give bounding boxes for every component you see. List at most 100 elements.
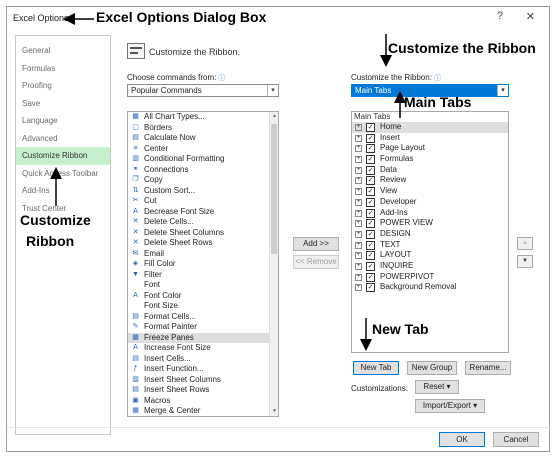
sidebar-item-general[interactable]: General <box>16 42 110 60</box>
tab-tree-item[interactable]: + ✓ DESIGN <box>352 229 508 240</box>
command-item[interactable]: ƒ Insert Function... <box>128 364 278 375</box>
tab-checkbox[interactable]: ✓ <box>366 165 375 175</box>
tab-checkbox[interactable]: ✓ <box>366 251 375 261</box>
expand-icon[interactable]: + <box>355 188 362 196</box>
command-item[interactable]: ❐ Copy <box>128 175 278 186</box>
command-item[interactable]: ✉ Email <box>128 249 278 260</box>
command-item[interactable]: A Decrease Font Size <box>128 207 278 218</box>
command-item[interactable]: ▢Borders▶ <box>128 123 278 134</box>
expand-icon[interactable]: + <box>355 230 362 238</box>
command-item[interactable]: ▤ Insert Sheet Rows <box>128 385 278 396</box>
expand-icon[interactable]: + <box>355 134 362 142</box>
scroll-thumb[interactable] <box>271 124 277 254</box>
tab-tree-item[interactable]: + ✓ TEXT <box>352 240 508 251</box>
tab-tree-item[interactable]: + ✓ View <box>352 186 508 197</box>
command-item[interactable]: FontI▾ <box>128 280 278 291</box>
commands-scrollbar[interactable]: ▲ ▼ <box>269 112 278 416</box>
sidebar-item-proofing[interactable]: Proofing <box>16 77 110 95</box>
command-item[interactable]: AFont Color▶ <box>128 291 278 302</box>
tab-checkbox[interactable]: ✓ <box>366 144 375 154</box>
tab-tree-item[interactable]: + ✓ Review <box>352 175 508 186</box>
expand-icon[interactable]: + <box>355 220 362 228</box>
sidebar-item-save[interactable]: Save <box>16 95 110 113</box>
command-item[interactable]: ▼ Filter <box>128 270 278 281</box>
ok-button[interactable]: OK <box>439 432 485 447</box>
tab-checkbox[interactable]: ✓ <box>366 261 375 271</box>
command-item[interactable]: ⇅ Custom Sort... <box>128 186 278 197</box>
command-item[interactable]: ◈Fill Color▶ <box>128 259 278 270</box>
command-item[interactable]: Font SizeI▾ <box>128 301 278 312</box>
tab-tree-item[interactable]: + ✓ LAYOUT <box>352 250 508 261</box>
main-tabs-tree[interactable]: Main Tabs + ✓ Home + ✓ Insert + ✓ Page Layout + ✓ F… <box>351 111 509 353</box>
command-item[interactable]: ✂ Cut <box>128 196 278 207</box>
expand-icon[interactable]: + <box>355 241 362 249</box>
add-button[interactable]: Add >> <box>293 237 339 251</box>
tab-checkbox[interactable]: ✓ <box>366 187 375 197</box>
expand-icon[interactable]: + <box>355 198 362 206</box>
import-export-button[interactable]: Import/Export ▾ <box>415 399 485 413</box>
command-item[interactable]: ✕ Delete Sheet Rows <box>128 238 278 249</box>
close-icon[interactable]: ✕ <box>526 10 535 23</box>
tab-tree-item[interactable]: + ✓ INQUIRE <box>352 261 508 272</box>
expand-icon[interactable]: + <box>355 124 362 131</box>
move-up-button[interactable]: ▲ <box>517 237 533 250</box>
expand-icon[interactable]: + <box>355 156 362 164</box>
sidebar-item-add-ins[interactable]: Add-Ins <box>16 182 110 200</box>
tab-checkbox[interactable]: ✓ <box>366 133 375 143</box>
new-group-button[interactable]: New Group <box>407 361 457 375</box>
tab-checkbox[interactable]: ✓ <box>366 208 375 218</box>
tab-checkbox[interactable]: ✓ <box>366 272 375 282</box>
command-item[interactable]: ≡ Center <box>128 144 278 155</box>
tab-tree-item[interactable]: + ✓ Formulas <box>352 154 508 165</box>
expand-icon[interactable]: + <box>355 145 362 153</box>
command-item[interactable]: ▦ All Chart Types... <box>128 112 278 123</box>
tab-tree-item[interactable]: + ✓ Insert <box>352 133 508 144</box>
command-item[interactable]: ▣ Macros <box>128 396 278 407</box>
command-item[interactable]: A Increase Font Size <box>128 343 278 354</box>
expand-icon[interactable]: + <box>355 166 362 174</box>
sidebar-item-advanced[interactable]: Advanced <box>16 130 110 148</box>
sidebar-item-formulas[interactable]: Formulas <box>16 60 110 78</box>
tab-checkbox[interactable]: ✓ <box>366 283 375 293</box>
cancel-button[interactable]: Cancel <box>493 432 539 447</box>
command-item[interactable]: ✎ Format Painter <box>128 322 278 333</box>
command-item[interactable]: ▤ Insert Cells... <box>128 354 278 365</box>
command-item[interactable]: ▥ Insert Sheet Columns <box>128 375 278 386</box>
tab-tree-item[interactable]: + ✓ Page Layout <box>352 143 508 154</box>
scroll-down-icon[interactable]: ▼ <box>270 407 278 416</box>
move-down-button[interactable]: ▼ <box>517 255 533 268</box>
reset-button[interactable]: Reset ▾ <box>415 380 459 394</box>
sidebar-item-customize-ribbon[interactable]: Customize Ribbon <box>16 147 110 165</box>
command-item[interactable]: ✕ Delete Sheet Columns <box>128 228 278 239</box>
tab-tree-item[interactable]: + ✓ Background Removal <box>352 282 508 293</box>
tab-checkbox[interactable]: ✓ <box>366 123 375 132</box>
expand-icon[interactable]: + <box>355 209 362 217</box>
remove-button[interactable]: << Remove <box>293 255 339 269</box>
tab-checkbox[interactable]: ✓ <box>366 197 375 207</box>
tab-checkbox[interactable]: ✓ <box>366 176 375 186</box>
command-item[interactable]: ▦ Merge & Center <box>128 406 278 416</box>
rename-button[interactable]: Rename... <box>465 361 511 375</box>
expand-icon[interactable]: + <box>355 177 362 185</box>
tab-checkbox[interactable]: ✓ <box>366 229 375 239</box>
tab-tree-item[interactable]: + ✓ Add-Ins <box>352 208 508 219</box>
scroll-up-icon[interactable]: ▲ <box>270 112 278 121</box>
sidebar-item-language[interactable]: Language <box>16 112 110 130</box>
expand-icon[interactable]: + <box>355 262 362 270</box>
command-item[interactable]: ✕ Delete Cells... <box>128 217 278 228</box>
expand-icon[interactable]: + <box>355 284 362 292</box>
choose-commands-dropdown[interactable]: Popular Commands ▾ <box>127 84 279 97</box>
tab-tree-item[interactable]: + ✓ Home <box>352 122 508 133</box>
tab-checkbox[interactable]: ✓ <box>366 219 375 229</box>
tab-tree-item[interactable]: + ✓ POWERPIVOT <box>352 272 508 283</box>
commands-list[interactable]: ▦All Chart Types...▢Borders▶▤Calculate N… <box>127 111 279 417</box>
command-item[interactable]: ▦Freeze Panes▶ <box>128 332 278 343</box>
new-tab-button[interactable]: New Tab <box>353 361 399 375</box>
command-item[interactable]: ⚭ Connections <box>128 165 278 176</box>
tab-tree-item[interactable]: + ✓ POWER VIEW <box>352 218 508 229</box>
expand-icon[interactable]: + <box>355 273 362 281</box>
command-item[interactable]: ▥Conditional Formatting▶ <box>128 154 278 165</box>
tab-tree-item[interactable]: + ✓ Developer <box>352 197 508 208</box>
command-item[interactable]: ▤ Format Cells... <box>128 312 278 323</box>
tab-checkbox[interactable]: ✓ <box>366 240 375 250</box>
